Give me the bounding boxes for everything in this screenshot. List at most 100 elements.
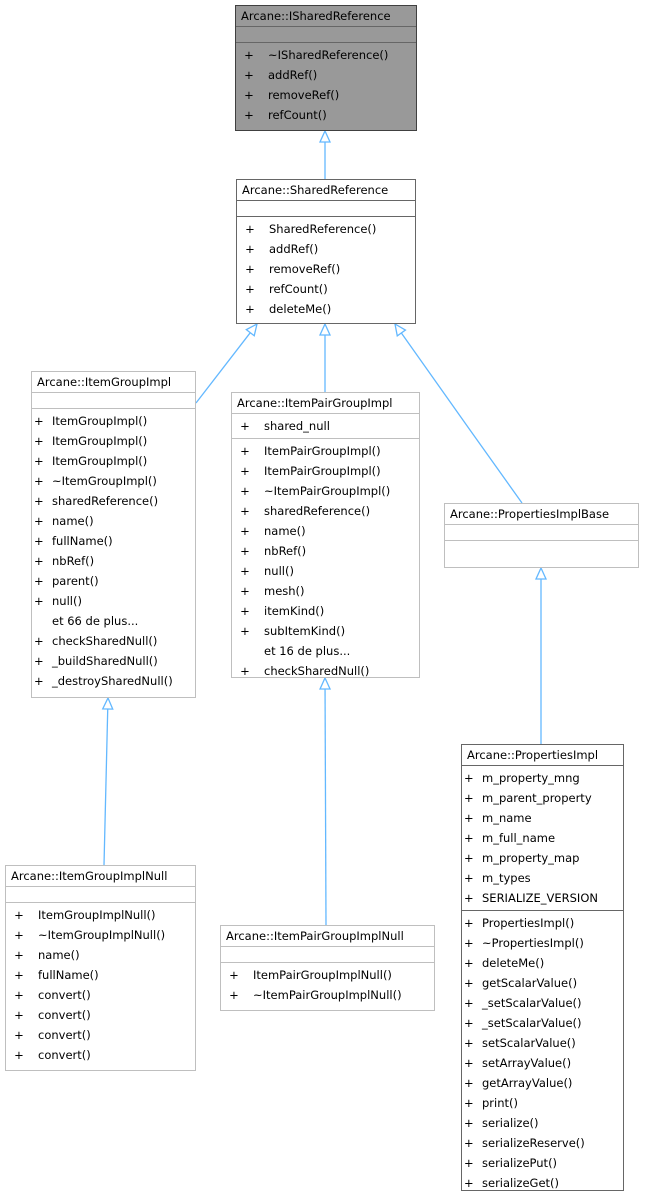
method-row[interactable]: + PropertiesImpl(): [462, 913, 623, 933]
method-row[interactable]: + ItemPairGroupImpl(): [232, 441, 419, 461]
method-row[interactable]: + itemKind(): [232, 601, 419, 621]
class-box-sharedreference[interactable]: Arcane::SharedReference+ SharedReference(…: [236, 179, 416, 324]
method-row[interactable]: + checkSharedNull(): [32, 631, 195, 651]
member-name: null(): [264, 564, 294, 578]
method-row[interactable]: + name(): [232, 521, 419, 541]
method-row[interactable]: + convert(): [6, 1005, 195, 1025]
method-row[interactable]: + _setScalarValue(): [462, 993, 623, 1013]
class-box-itemgroupimplnull[interactable]: Arcane::ItemGroupImplNull+ ItemGroupImplN…: [5, 865, 196, 1071]
attribute-row[interactable]: + m_types: [462, 868, 623, 888]
attribute-row[interactable]: + m_property_map: [462, 848, 623, 868]
method-row[interactable]: + sharedReference(): [32, 491, 195, 511]
method-row[interactable]: + ~ItemPairGroupImplNull(): [221, 985, 434, 1005]
method-row[interactable]: + deleteMe(): [237, 299, 415, 319]
method-row[interactable]: + serializeGet(): [462, 1173, 623, 1193]
method-row[interactable]: + print(): [462, 1093, 623, 1113]
attribute-row[interactable]: + m_full_name: [462, 828, 623, 848]
member-name: ItemPairGroupImpl(): [264, 444, 381, 458]
visibility-marker: +: [244, 108, 254, 122]
member-name: checkSharedNull(): [52, 634, 158, 648]
class-title[interactable]: Arcane::PropertiesImpl: [462, 745, 623, 765]
method-row[interactable]: + null(): [232, 561, 419, 581]
method-row[interactable]: + addRef(): [237, 239, 415, 259]
member-name: addRef(): [268, 68, 318, 82]
method-row[interactable]: + serialize(): [462, 1113, 623, 1133]
visibility-marker: +: [245, 302, 255, 316]
method-row[interactable]: + _destroySharedNull(): [32, 671, 195, 691]
method-row[interactable]: + serializeReserve(): [462, 1133, 623, 1153]
method-row[interactable]: + removeRef(): [237, 259, 415, 279]
method-row[interactable]: + ItemPairGroupImpl(): [232, 461, 419, 481]
visibility-marker: +: [464, 831, 474, 845]
attribute-row[interactable]: + m_parent_property: [462, 788, 623, 808]
method-row[interactable]: + nbRef(): [32, 551, 195, 571]
method-row[interactable]: + getScalarValue(): [462, 973, 623, 993]
method-row[interactable]: + ~ItemGroupImplNull(): [6, 925, 195, 945]
method-row[interactable]: + ~ItemGroupImpl(): [32, 471, 195, 491]
member-name: itemKind(): [264, 604, 325, 618]
method-row[interactable]: + sharedReference(): [232, 501, 419, 521]
attribute-row[interactable]: + m_name: [462, 808, 623, 828]
inheritance-arrowhead-icon: [101, 696, 114, 710]
method-row[interactable]: + serializePut(): [462, 1153, 623, 1173]
method-row[interactable]: + ~ISharedReference(): [236, 45, 416, 65]
method-row[interactable]: + getArrayValue(): [462, 1073, 623, 1093]
method-row[interactable]: + parent(): [32, 571, 195, 591]
member-name: name(): [38, 948, 80, 962]
method-row[interactable]: + _buildSharedNull(): [32, 651, 195, 671]
methods-section: + PropertiesImpl() + ~PropertiesImpl() + dele…: [462, 910, 623, 1195]
more-members-link[interactable]: et 66 de plus...: [32, 611, 195, 631]
visibility-marker: [232, 641, 256, 661]
method-row[interactable]: + ItemGroupImplNull(): [6, 905, 195, 925]
class-box-itemgroupimpl[interactable]: Arcane::ItemGroupImpl + ItemGroupImpl() + It…: [31, 371, 196, 698]
method-row[interactable]: + ~PropertiesImpl(): [462, 933, 623, 953]
method-row[interactable]: + ~ItemPairGroupImpl(): [232, 481, 419, 501]
member-name: _destroySharedNull(): [52, 674, 173, 688]
method-row[interactable]: + convert(): [6, 1025, 195, 1045]
method-row[interactable]: + refCount(): [236, 105, 416, 125]
method-row[interactable]: + ItemPairGroupImplNull(): [221, 965, 434, 985]
class-title[interactable]: Arcane::SharedReference: [237, 180, 415, 200]
method-row[interactable]: + name(): [6, 945, 195, 965]
class-box-itempairgroupimpl[interactable]: Arcane::ItemPairGroupImpl+ shared_null+ It…: [231, 392, 420, 678]
class-title[interactable]: Arcane::ItemPairGroupImplNull: [221, 926, 434, 946]
method-row[interactable]: + ItemGroupImpl(): [32, 431, 195, 451]
method-row[interactable]: + deleteMe(): [462, 953, 623, 973]
method-row[interactable]: + ItemGroupImpl(): [32, 411, 195, 431]
method-row[interactable]: + convert(): [6, 1045, 195, 1065]
more-members-link[interactable]: et 16 de plus...: [232, 641, 419, 661]
class-title[interactable]: Arcane::ItemGroupImpl: [32, 372, 195, 392]
class-title[interactable]: Arcane::ItemGroupImplNull: [6, 866, 195, 886]
method-row[interactable]: + setScalarValue(): [462, 1033, 623, 1053]
method-row[interactable]: + ItemGroupImpl(): [32, 451, 195, 471]
methods-section: [445, 540, 638, 556]
method-row[interactable]: + convert(): [6, 985, 195, 1005]
class-box-isharedreference[interactable]: Arcane::ISharedReference+ ~ISharedReferen…: [235, 5, 417, 131]
method-row[interactable]: + fullName(): [32, 531, 195, 551]
attribute-row[interactable]: + shared_null: [232, 416, 419, 436]
method-row[interactable]: + SharedReference(): [237, 219, 415, 239]
class-title[interactable]: Arcane::PropertiesImplBase: [445, 504, 638, 524]
class-box-propertiesimplbase[interactable]: Arcane::PropertiesImplBase: [444, 503, 639, 568]
inheritance-arrowhead-icon: [318, 322, 332, 336]
method-row[interactable]: + fullName(): [6, 965, 195, 985]
attribute-row[interactable]: + m_property_mng: [462, 768, 623, 788]
method-row[interactable]: + subItemKind(): [232, 621, 419, 641]
method-row[interactable]: + setArrayValue(): [462, 1053, 623, 1073]
method-row[interactable]: + nbRef(): [232, 541, 419, 561]
inheritance-arrowhead-icon: [534, 566, 548, 580]
method-row[interactable]: + addRef(): [236, 65, 416, 85]
method-row[interactable]: + checkSharedNull(): [232, 661, 419, 681]
method-row[interactable]: + removeRef(): [236, 85, 416, 105]
class-title[interactable]: Arcane::ISharedReference: [236, 6, 416, 26]
member-name: _buildSharedNull(): [52, 654, 158, 668]
method-row[interactable]: + _setScalarValue(): [462, 1013, 623, 1033]
method-row[interactable]: + null(): [32, 591, 195, 611]
method-row[interactable]: + mesh(): [232, 581, 419, 601]
method-row[interactable]: + name(): [32, 511, 195, 531]
attribute-row[interactable]: + SERIALIZE_VERSION: [462, 888, 623, 908]
class-box-propertiesimpl[interactable]: Arcane::PropertiesImpl + m_property_mng + m_…: [461, 744, 624, 1191]
method-row[interactable]: + refCount(): [237, 279, 415, 299]
class-title[interactable]: Arcane::ItemPairGroupImpl: [232, 393, 419, 413]
class-box-itempairgroupimplnull[interactable]: Arcane::ItemPairGroupImplNull+ ItemPairGr…: [220, 925, 435, 1011]
